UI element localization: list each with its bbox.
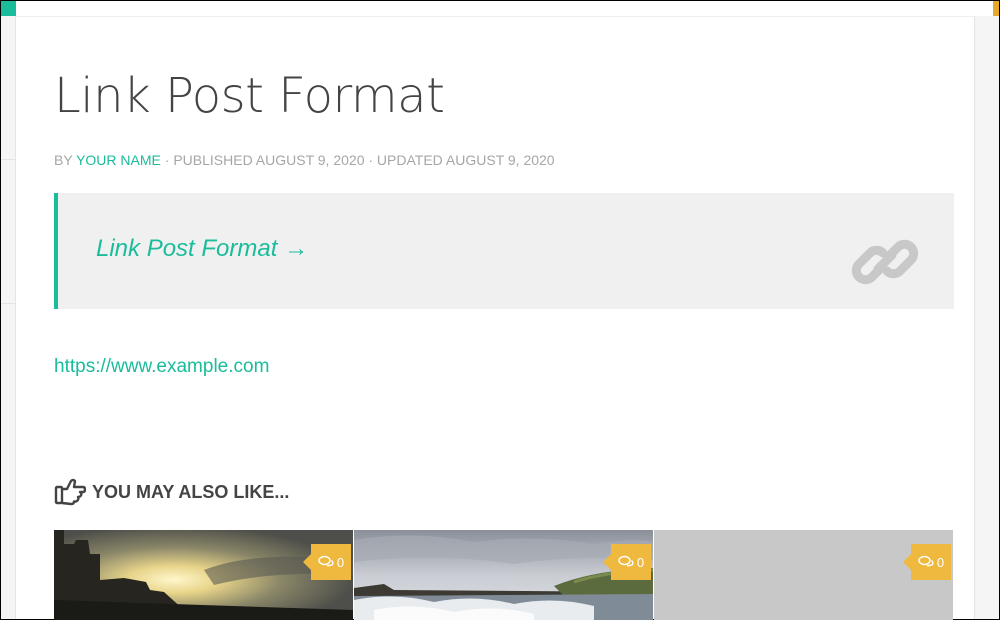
gutter-divider (1, 159, 15, 160)
post-content: Link Post Format BY YOUR NAME · PUBLISHE… (17, 18, 973, 620)
left-sidebar-gutter (1, 16, 16, 619)
related-posts-label: YOU MAY ALSO LIKE... (92, 481, 290, 502)
comments-icon (618, 555, 634, 567)
waterfall-landscape-image (354, 530, 653, 620)
sunset-over-building-image (54, 530, 353, 620)
related-post-thumbnail[interactable]: 0 (654, 530, 953, 620)
page-title: Link Post Format (54, 68, 445, 124)
hand-pointing-right-icon (54, 478, 86, 506)
comment-count: 0 (336, 554, 345, 570)
related-post-thumbnail[interactable]: 0 (54, 530, 353, 620)
meta-published: · PUBLISHED AUGUST 9, 2020 (164, 152, 365, 168)
link-format-link[interactable]: Link Post Format → (96, 235, 308, 263)
related-posts-list: 0 0 0 (54, 530, 954, 620)
comment-count: 0 (636, 554, 645, 570)
right-sidebar-gutter (974, 16, 999, 619)
gutter-divider (1, 303, 15, 304)
top-bar (16, 1, 974, 17)
comment-count: 0 (936, 554, 945, 570)
comments-icon (318, 555, 334, 567)
comment-count-badge[interactable]: 0 (303, 544, 351, 580)
comment-count-badge[interactable]: 0 (903, 544, 951, 580)
comment-count-badge[interactable]: 0 (603, 544, 651, 580)
post-meta: BY YOUR NAME · PUBLISHED AUGUST 9, 2020 … (54, 152, 555, 168)
meta-by: BY (54, 152, 73, 168)
related-post-thumbnail[interactable]: 0 (354, 530, 653, 620)
link-format-box: Link Post Format → (54, 193, 954, 309)
left-accent-strip (1, 1, 16, 16)
right-accent-strip (993, 1, 999, 16)
author-link[interactable]: YOUR NAME (76, 152, 161, 168)
related-posts-heading: YOU MAY ALSO LIKE... (54, 477, 289, 507)
external-url-link[interactable]: https://www.example.com (54, 356, 269, 378)
comments-icon (918, 555, 934, 567)
meta-updated: · UPDATED AUGUST 9, 2020 (368, 152, 555, 168)
chain-link-icon (851, 239, 919, 285)
